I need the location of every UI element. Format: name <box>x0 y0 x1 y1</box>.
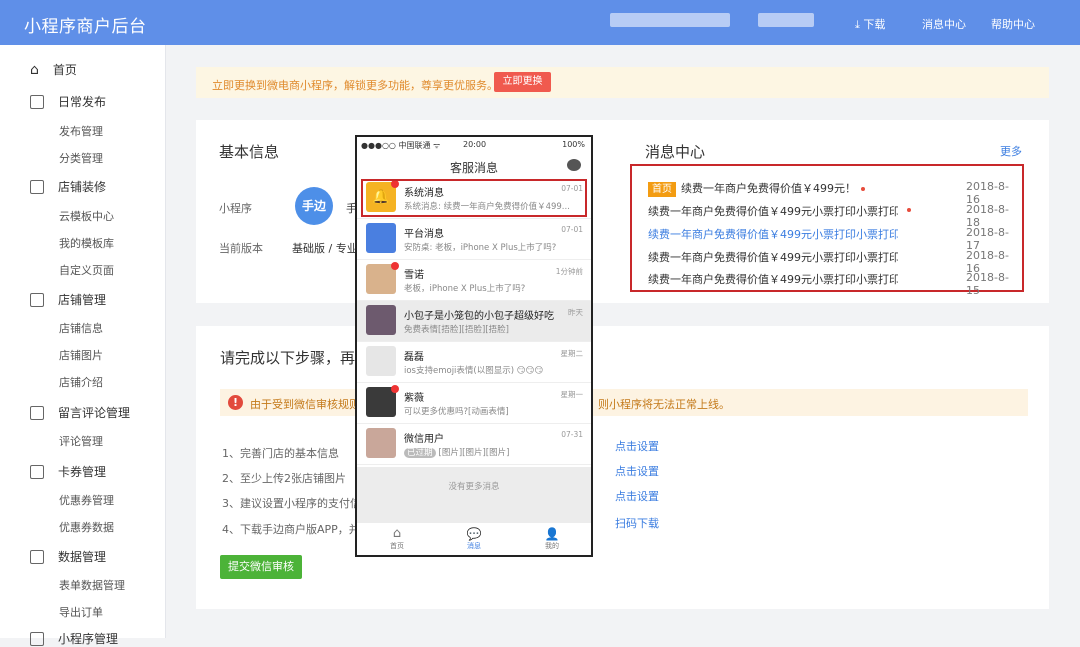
blurred-account <box>610 13 730 27</box>
switch-now-button[interactable]: 立即更换 <box>494 72 551 92</box>
upgrade-notice: 立即更换到微电商小程序，解锁更多功能，尊享更优服务。 立即更换 <box>196 67 1049 98</box>
more-link[interactable]: 更多 <box>1000 143 1022 159</box>
sidebar-item-category[interactable]: 分类管理 <box>59 150 103 166</box>
chat-row[interactable]: 平台消息 安防桌: 老板，iPhone X Plus上市了吗? 07-01 <box>357 219 591 260</box>
brand-title: 小程序商户后台 <box>24 17 147 37</box>
phone-mockup: ●●●○○ 中国联通 ᯤ 20:00 100% 客服消息 🔔 系统消息 系统消息… <box>355 135 593 557</box>
unread-badge <box>391 262 399 270</box>
steps-title: 请完成以下步骤，再 <box>220 349 356 367</box>
unread-dot <box>907 208 911 212</box>
message-list: 首页 续费一年商户免费得价值￥499元！ 2018-8-16 续费一年商户免费得价… <box>630 164 1024 297</box>
store-icon <box>30 292 44 307</box>
sidebar-group-cards[interactable]: 卡券管理 <box>30 463 106 480</box>
alert-icon: ! <box>228 395 243 410</box>
message-center-link[interactable]: 消息中心 <box>922 16 966 32</box>
sidebar-item-shop-info[interactable]: 店铺信息 <box>59 320 103 336</box>
sidebar-group-data[interactable]: 数据管理 <box>30 548 106 565</box>
user-icon: 👤 <box>544 527 560 541</box>
step-item: 4、下载手边商户版APP，并允 <box>222 523 371 536</box>
download-link[interactable]: ⤓ 下载 <box>855 16 885 32</box>
scan-download-link[interactable]: 扫码下载 <box>615 515 659 531</box>
tab-home[interactable]: ⌂ 首页 <box>367 527 427 551</box>
message-item[interactable]: 续费一年商户免费得价值￥499元小票打印小票打印... <box>648 226 898 242</box>
chat-row[interactable]: 小包子是小笼包的小包子超级好吃 免费表情[捂脸][捂脸][捂脸] 昨天 <box>357 301 591 342</box>
unread-dot <box>861 187 865 191</box>
download-icon: ⤓ <box>855 18 860 31</box>
chat-row[interactable]: 紫薇 可以更多优惠吗?[动画表情] 星期一 <box>357 383 591 424</box>
set-link[interactable]: 点击设置 <box>615 438 659 454</box>
sidebar-item-comment-mgmt[interactable]: 评论管理 <box>59 433 103 449</box>
app-icon <box>30 631 44 646</box>
avatar <box>366 346 396 376</box>
version-value: 基础版 / 专业 <box>292 242 358 255</box>
sidebar-group-comments[interactable]: 留言评论管理 <box>30 404 130 421</box>
expired-tag: 已过期 <box>404 448 436 458</box>
warning-text-right: 则小程序将无法正常上线。 <box>598 398 730 411</box>
home-tag: 首页 <box>648 182 676 197</box>
home-icon: ⌂ <box>392 526 402 541</box>
program-label: 小程序 <box>219 202 252 215</box>
sidebar-item-form-data[interactable]: 表单数据管理 <box>59 577 125 593</box>
help-center-link[interactable]: 帮助中心 <box>991 16 1035 32</box>
no-more-messages: 没有更多消息 <box>357 467 591 523</box>
sidebar-item-custom-page[interactable]: 自定义页面 <box>59 262 114 278</box>
sidebar-group-daily[interactable]: 日常发布 <box>30 93 106 110</box>
phone-status-bar: ●●●○○ 中国联通 ᯤ 20:00 100% <box>361 140 585 150</box>
step-item: 3、建议设置小程序的支付信 <box>222 497 361 510</box>
bar-chart-icon <box>30 549 44 564</box>
sidebar-item-template-center[interactable]: 云模板中心 <box>59 208 114 224</box>
unread-badge <box>391 385 399 393</box>
sidebar-item-home[interactable]: ⌂ 首页 <box>30 61 77 78</box>
version-label: 当前版本 <box>219 242 263 255</box>
sidebar-item-shop-images[interactable]: 店铺图片 <box>59 347 103 363</box>
brush-icon <box>30 179 44 194</box>
edit-icon <box>30 94 44 109</box>
tab-mine[interactable]: 👤 我的 <box>522 527 582 551</box>
sidebar-group-shop[interactable]: 店铺管理 <box>30 291 106 308</box>
comment-icon <box>30 405 44 420</box>
message-center-title: 消息中心 <box>645 143 706 161</box>
blurred-shop <box>758 13 814 27</box>
avatar <box>366 305 396 335</box>
message-item[interactable]: 首页 续费一年商户免费得价值￥499元！ <box>648 180 898 197</box>
sidebar-group-decoration[interactable]: 店铺装修 <box>30 178 106 195</box>
avatar <box>366 428 396 458</box>
phone-title: 客服消息 <box>449 161 498 175</box>
step-item: 1、完善门店的基本信息 <box>222 447 339 460</box>
sidebar-item-shop-intro[interactable]: 店铺介绍 <box>59 374 103 390</box>
warning-text-left: 由于受到微信审核规则 <box>250 398 360 411</box>
message-item[interactable]: 续费一年商户免费得价值￥499元小票打印小票打印... <box>648 249 898 265</box>
submit-review-button[interactable]: 提交微信审核 <box>220 555 302 579</box>
top-bar: 小程序商户后台 ⤓ 下载 消息中心 帮助中心 <box>0 0 1080 45</box>
chat-row[interactable]: 微信用户 已过期 [图片][图片][图片] 07-31 <box>357 424 591 465</box>
sidebar-item-my-templates[interactable]: 我的模板库 <box>59 235 114 251</box>
basic-info-title: 基本信息 <box>219 143 280 161</box>
notice-text: 立即更换到微电商小程序，解锁更多功能，尊享更优服务。 <box>212 79 498 92</box>
chat-bubble-icon: 💬 <box>466 527 482 541</box>
program-logo: 手边 <box>295 187 333 225</box>
chat-row[interactable]: 磊磊 ios支持emoji表情(以图显示) 😏😏😏 星期二 <box>357 342 591 383</box>
sidebar-item-export-orders[interactable]: 导出订单 <box>59 604 103 620</box>
system-message-highlight <box>361 179 587 217</box>
tab-messages[interactable]: 💬 消息 <box>444 527 504 551</box>
ticket-icon <box>30 464 44 479</box>
sidebar-item-coupon-data[interactable]: 优惠券数据 <box>59 519 114 535</box>
cube-icon <box>366 223 396 253</box>
sidebar-item-publish[interactable]: 发布管理 <box>59 123 103 139</box>
message-item[interactable]: 续费一年商户免费得价值￥499元小票打印小票打印... <box>648 271 898 287</box>
settings-chat-icon[interactable] <box>567 159 581 171</box>
home-icon: ⌂ <box>30 61 39 78</box>
message-item[interactable]: 续费一年商户免费得价值￥499元小票打印小票打印... <box>648 203 898 219</box>
step-item: 2、至少上传2张店铺图片 <box>222 472 346 485</box>
sidebar-group-mini[interactable]: 小程序管理 <box>30 630 118 647</box>
review-warning: ! 由于受到微信审核规则 则小程序将无法正常上线。 <box>220 389 1028 416</box>
set-link[interactable]: 点击设置 <box>615 463 659 479</box>
chat-row[interactable]: 雪诺 老板，iPhone X Plus上市了吗? 1分钟前 <box>357 260 591 301</box>
set-link[interactable]: 点击设置 <box>615 488 659 504</box>
message-date: 2018-8-15 <box>966 271 1009 297</box>
sidebar-item-coupon-mgmt[interactable]: 优惠券管理 <box>59 492 114 508</box>
